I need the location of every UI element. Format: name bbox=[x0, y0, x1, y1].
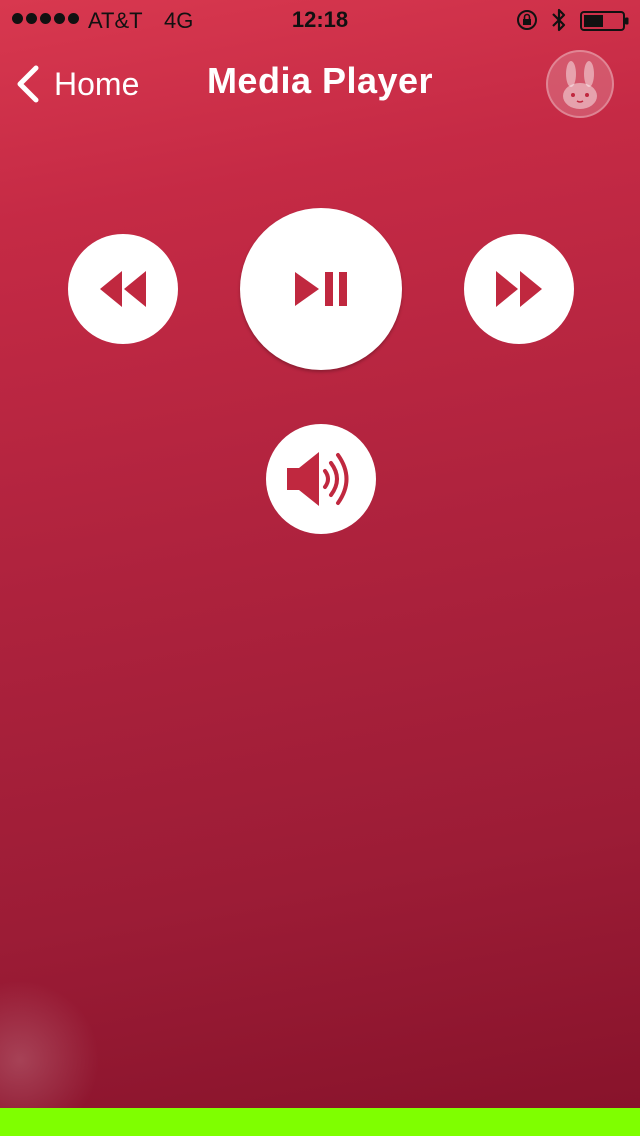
speaker-icon bbox=[287, 452, 349, 506]
avatar[interactable] bbox=[546, 50, 614, 118]
battery-icon bbox=[580, 11, 629, 31]
fast-forward-icon bbox=[496, 271, 542, 307]
media-player-screen: AT&T 4G 12:18 Home Media Player bbox=[0, 0, 640, 1136]
page-title: Media Player bbox=[206, 60, 434, 101]
status-bar: AT&T 4G 12:18 bbox=[0, 0, 640, 40]
rotation-lock-icon bbox=[517, 10, 537, 30]
rewind-icon bbox=[100, 271, 146, 307]
fast-forward-button[interactable] bbox=[464, 234, 574, 344]
play-pause-icon bbox=[295, 272, 347, 306]
volume-button[interactable] bbox=[266, 424, 376, 534]
bottom-strip bbox=[0, 1108, 640, 1136]
rewind-button[interactable] bbox=[68, 234, 178, 344]
bunny-icon bbox=[563, 61, 597, 109]
play-pause-button[interactable] bbox=[240, 208, 402, 370]
status-time: 12:18 bbox=[291, 7, 349, 32]
bluetooth-icon bbox=[552, 8, 566, 32]
